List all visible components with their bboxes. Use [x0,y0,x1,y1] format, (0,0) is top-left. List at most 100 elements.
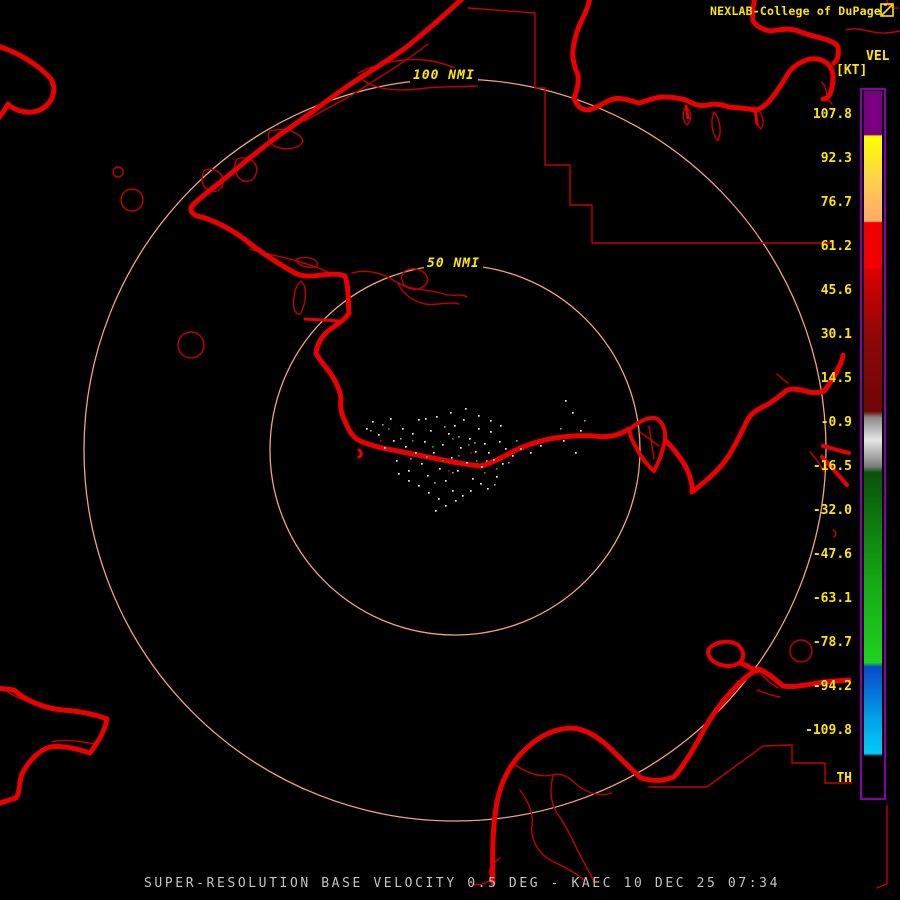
velocity-speckle [452,472,454,474]
velocity-speckle [508,462,510,464]
peninsula-lower-left [0,685,110,806]
velocity-speckle [396,460,398,462]
island-loop-southeast [706,639,746,668]
velocity-speckle [436,416,438,418]
velocity-speckle [450,412,452,414]
colorbar-tick-30.1: 30.1 [820,327,852,342]
velocity-speckle [418,419,420,421]
velocity-speckle [455,500,457,502]
velocity-speckle [490,431,492,433]
velocity-speckle [366,428,368,430]
velocity-speckle [427,475,429,477]
velocity-speckle [457,470,459,472]
velocity-speckle [435,510,437,512]
velocity-speckle [565,400,567,402]
velocity-speckle [496,468,498,470]
velocity-speckle [488,452,490,454]
velocity-speckle [378,434,380,436]
velocity-speckle [420,455,422,457]
velocity-speckle [484,472,486,474]
velocity-speckle [412,433,414,435]
velocity-speckle [530,452,532,454]
velocity-speckle [462,495,464,497]
velocity-colorbar-gradient [864,91,882,795]
colorbar-tick--47.6: -47.6 [812,547,852,562]
velocity-speckle [448,470,450,472]
velocity-speckle [500,425,502,427]
velocity-speckle [474,442,476,444]
velocity-speckle [460,447,462,449]
velocity-speckle [388,428,390,430]
colorbar-tick-45.6: 45.6 [820,283,852,298]
velocity-speckle [434,482,436,484]
velocity-speckle [382,424,384,426]
range-ring-label-50nmi: 50 NMI [424,256,483,271]
velocity-speckle [384,447,386,449]
velocity-speckle [505,448,507,450]
velocity-speckle [370,430,372,432]
velocity-speckle [410,458,412,460]
velocity-speckle [480,483,482,485]
colorbar-tick-14.5: 14.5 [820,371,852,386]
velocity-speckle [490,420,492,422]
velocity-speckle [470,490,472,492]
velocity-speckle [400,438,402,440]
velocity-speckle [425,418,427,420]
colorbar-tick--109.8: -109.8 [805,723,852,738]
velocity-speckle [458,436,460,438]
velocity-speckle [516,440,518,442]
velocity-speckle [478,415,480,417]
velocity-speckle [478,428,480,430]
velocity-speckle [475,451,477,453]
velocity-speckle [438,498,440,500]
velocity-speckle [469,438,471,440]
velocity-speckle [380,440,382,442]
colorbar-tick-TH: TH [836,771,852,786]
velocity-speckle [405,446,407,448]
velocity-speckle [442,444,444,446]
velocity-speckle [445,480,447,482]
velocity-speckle [481,466,483,468]
velocity-colorbar [860,88,886,800]
velocity-speckle [470,452,472,454]
velocity-speckle [398,473,400,475]
map-detail-lines [7,0,900,889]
velocity-speckle [572,412,574,414]
velocity-speckle [465,408,467,410]
velocity-speckle [494,484,496,486]
velocity-speckle [428,492,430,494]
velocity-speckle [444,426,446,428]
colorbar-tick-76.7: 76.7 [820,195,852,210]
velocity-speckle [466,462,468,464]
colorbar-tick-61.2: 61.2 [820,239,852,254]
colorbar-tick-107.8: 107.8 [812,107,852,122]
velocity-speckle [439,468,441,470]
velocity-speckle [486,460,488,462]
product-caption: SUPER-RESOLUTION BASE VELOCITY 0.5 DEG -… [143,876,781,891]
cod-window-icon [880,3,894,17]
colorbar-tick--16.5: -16.5 [812,459,852,474]
colorbar-tick--32.0: -32.0 [812,503,852,518]
velocity-speckle [424,441,426,443]
colorbar-tick--0.9: -0.9 [820,415,852,430]
velocity-speckle [418,485,420,487]
velocity-speckle [433,452,435,454]
velocity-speckle [512,455,514,457]
velocity-speckle [451,457,453,459]
velocity-speckle [468,444,470,446]
velocity-speckle [402,428,404,430]
velocity-speckle [408,480,410,482]
velocity-speckle [452,438,454,440]
velocity-speckle [442,460,444,462]
velocity-speckle [454,425,456,427]
velocity-speckle [463,419,465,421]
page-title: NEXLAB-College of DuPage [710,4,881,18]
lake-upper-left [0,44,57,121]
velocity-speckle [563,440,565,442]
velocity-speckle [502,463,504,465]
velocity-speckle [408,470,410,472]
velocity-speckle [445,505,447,507]
range-ring-label-100nmi: 100 NMI [410,68,478,83]
velocity-speckle [487,488,489,490]
velocity-speckle [575,452,577,454]
